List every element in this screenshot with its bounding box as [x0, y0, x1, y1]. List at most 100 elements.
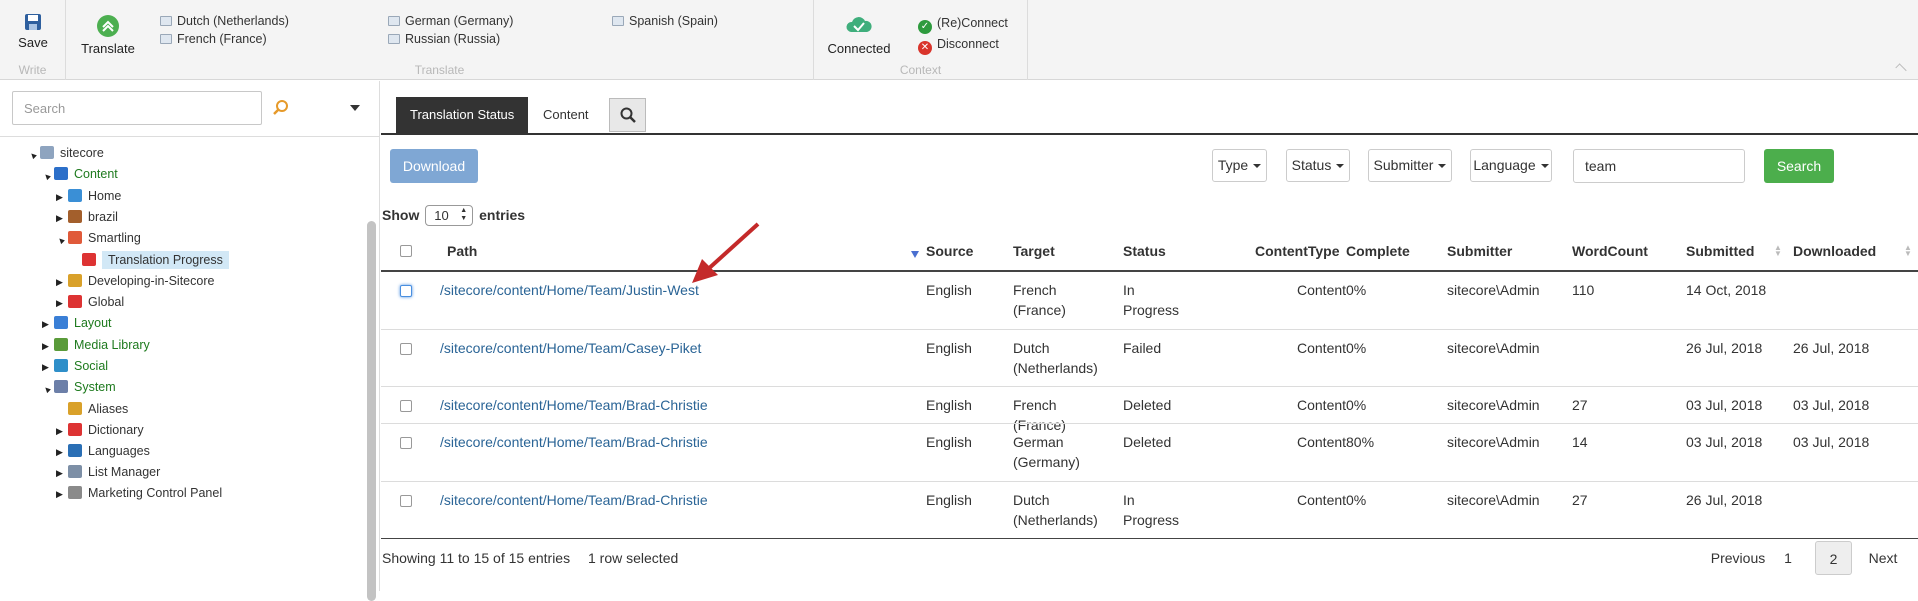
cell-status: Failed	[1123, 340, 1162, 356]
sort-both-icon[interactable]: ▲ ▼	[1774, 244, 1782, 258]
column-header-source[interactable]: Source	[926, 243, 973, 259]
column-header-submitter[interactable]: Submitter	[1447, 243, 1512, 259]
select-all-checkbox[interactable]	[400, 245, 412, 257]
tree-node[interactable]: ▶ Developing-in-Sitecore	[56, 270, 214, 292]
tree-node[interactable]: ▶ Media Library	[42, 334, 150, 356]
save-button[interactable]: Save	[12, 12, 54, 50]
translate-button[interactable]: Translate	[80, 14, 136, 56]
search-dropdown-icon[interactable]	[350, 105, 360, 111]
tree-node[interactable]: ▶ Languages	[56, 440, 150, 462]
search-button[interactable]: Search	[1764, 149, 1834, 183]
tree-node[interactable]: ▶ Social	[42, 355, 108, 377]
collapse-ribbon-icon[interactable]	[1895, 63, 1907, 75]
cell-downloaded: 03 Jul, 2018	[1793, 397, 1870, 413]
disconnect-button[interactable]: ✕ Disconnect	[918, 37, 999, 55]
tree-node-label: Dictionary	[88, 423, 144, 437]
caret-down-icon	[1438, 164, 1447, 168]
cell-source: English	[926, 340, 972, 356]
reconnect-button[interactable]: ✓ (Re)Connect	[918, 16, 1008, 34]
divider	[0, 136, 380, 137]
collapsed-toggle-icon[interactable]: ▶	[56, 271, 68, 293]
language-dutch[interactable]: Dutch (Netherlands)	[160, 14, 289, 28]
cell-submitted: 26 Jul, 2018	[1686, 492, 1763, 508]
tree-node-label: List Manager	[88, 465, 161, 479]
tree-node[interactable]: ▶ brazil	[56, 206, 118, 228]
tree-node[interactable]: ▶ Layout	[42, 312, 112, 334]
cell-downloaded: 26 Jul, 2018	[1793, 340, 1870, 356]
collapsed-toggle-icon[interactable]: ▶	[42, 335, 54, 357]
column-header-downloaded[interactable]: Downloaded	[1793, 243, 1876, 259]
download-button[interactable]: Download	[390, 149, 478, 183]
tree-node[interactable]: ▶ Global	[56, 291, 124, 313]
row-checkbox[interactable]	[400, 343, 412, 355]
cell-path[interactable]: /sitecore/content/Home/Team/Casey-Piket	[440, 338, 701, 358]
previous-page-button[interactable]: Previous	[1703, 541, 1773, 575]
row-checkbox[interactable]	[400, 437, 412, 449]
cell-path[interactable]: /sitecore/content/Home/Team/Brad-Christi…	[440, 432, 708, 452]
tree-node[interactable]: ▲ Smartling	[54, 227, 141, 249]
cell-path[interactable]: /sitecore/content/Home/Team/Brad-Christi…	[440, 395, 708, 415]
column-header-complete[interactable]: Complete	[1346, 243, 1410, 259]
tab-translation-status[interactable]: Translation Status	[396, 97, 529, 133]
next-page-button[interactable]: Next	[1858, 541, 1908, 575]
tree-node[interactable]: Translation Progress	[70, 249, 229, 271]
page-1-button[interactable]: 1	[1773, 541, 1803, 575]
column-header-word-count[interactable]: WordCount	[1572, 243, 1648, 259]
collapsed-toggle-icon[interactable]: ▶	[56, 462, 68, 484]
status-filter-dropdown[interactable]: Status	[1286, 149, 1350, 182]
row-checkbox[interactable]	[400, 285, 412, 297]
tree-node[interactable]: ▶ Dictionary	[56, 419, 144, 441]
type-filter-dropdown[interactable]: Type	[1212, 149, 1267, 182]
cell-word-count: 27	[1572, 492, 1588, 508]
cell-target: German (Germany)	[1013, 434, 1080, 470]
tree-node[interactable]: ▲ sitecore	[26, 142, 104, 164]
tree-node[interactable]: ▶ List Manager	[56, 461, 160, 483]
translate-icon	[97, 15, 119, 37]
collapsed-toggle-icon[interactable]: ▶	[56, 441, 68, 463]
collapsed-toggle-icon[interactable]: ▶	[56, 186, 68, 208]
cell-submitter: sitecore\Admin	[1447, 434, 1540, 450]
tree-node-label: Translation Progress	[102, 251, 229, 269]
connected-button[interactable]: Connected	[824, 14, 894, 56]
language-filter-dropdown[interactable]: Language	[1470, 149, 1552, 182]
row-checkbox[interactable]	[400, 495, 412, 507]
column-header-status[interactable]: Status	[1123, 243, 1166, 259]
tree-node[interactable]: Aliases	[56, 398, 128, 420]
tree-scrollbar[interactable]	[367, 221, 376, 601]
column-header-submitted[interactable]: Submitted	[1686, 243, 1754, 259]
language-label: French (France)	[177, 32, 267, 46]
page-size-select[interactable]: 10 ▲ ▼	[425, 205, 474, 226]
row-checkbox[interactable]	[400, 400, 412, 412]
collapsed-toggle-icon[interactable]: ▶	[42, 313, 54, 335]
submitter-filter-dropdown[interactable]: Submitter	[1368, 149, 1452, 182]
tree-node[interactable]: ▶ Marketing Control Panel	[56, 482, 222, 504]
sort-desc-icon[interactable]	[911, 251, 919, 258]
column-header-target[interactable]: Target	[1013, 243, 1055, 259]
collapsed-toggle-icon[interactable]: ▶	[56, 483, 68, 505]
tree-node[interactable]: ▲ Content	[40, 163, 118, 185]
show-label: Show	[382, 207, 420, 223]
language-french[interactable]: French (France)	[160, 32, 267, 46]
cell-path[interactable]: /sitecore/content/Home/Team/Justin-West	[440, 280, 699, 300]
language-german[interactable]: German (Germany)	[388, 14, 513, 28]
collapsed-toggle-icon[interactable]: ▶	[56, 420, 68, 442]
search-tab-button[interactable]	[609, 98, 646, 132]
sort-both-icon[interactable]: ▲ ▼	[1904, 244, 1912, 258]
table-search-input[interactable]: team	[1573, 149, 1745, 183]
tree-node[interactable]: ▲ System	[40, 376, 116, 398]
language-russian[interactable]: Russian (Russia)	[388, 32, 500, 46]
tree-search-input[interactable]	[12, 91, 262, 125]
page-2-button[interactable]: 2	[1815, 541, 1852, 575]
search-icon[interactable]	[272, 99, 290, 117]
language-spanish[interactable]: Spanish (Spain)	[612, 14, 718, 28]
tree-node[interactable]: ▶ Home	[56, 185, 121, 207]
tab-content[interactable]: Content	[529, 97, 603, 133]
globe-icon	[68, 295, 82, 308]
column-header-path[interactable]: Path	[447, 243, 477, 259]
collapsed-toggle-icon[interactable]: ▶	[56, 292, 68, 314]
tree-node-label: Languages	[88, 444, 150, 458]
column-header-content-type[interactable]: ContentType	[1255, 243, 1340, 259]
cell-path[interactable]: /sitecore/content/Home/Team/Brad-Christi…	[440, 490, 708, 510]
save-icon	[25, 14, 41, 30]
home-icon	[68, 189, 82, 202]
